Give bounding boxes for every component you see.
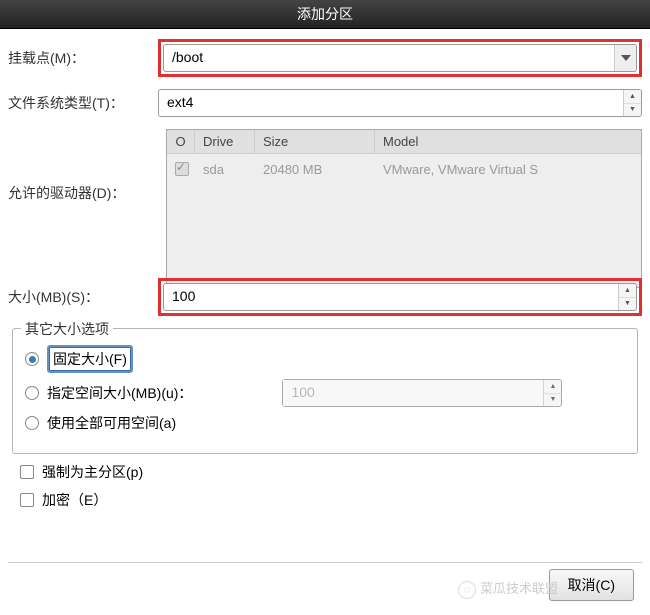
fs-type-stepper[interactable]: ▲ ▼ bbox=[623, 90, 641, 116]
checkbox-icon bbox=[20, 493, 34, 507]
encrypt-label: 加密（E） bbox=[42, 490, 107, 510]
mount-point-value: /boot bbox=[164, 45, 614, 71]
size-options-fieldset: 其它大小选项 固定大小(F) 指定空间大小(MB)(u)： 100 ▲ ▼ 使用… bbox=[12, 328, 638, 454]
cancel-button[interactable]: 取消(C) bbox=[549, 569, 634, 601]
radio-fixed-label: 固定大小(F) bbox=[47, 345, 133, 373]
size-input[interactable]: 100 ▲ ▼ bbox=[163, 283, 637, 311]
allowed-drives-label: 允许的驱动器(D)： bbox=[8, 183, 158, 203]
drives-header: O Drive Size Model bbox=[167, 130, 641, 154]
drive-model: VMware, VMware Virtual S bbox=[375, 160, 641, 181]
size-stepper[interactable]: ▲ ▼ bbox=[618, 284, 636, 310]
drive-checkbox[interactable] bbox=[175, 162, 189, 176]
radio-fill-all[interactable]: 使用全部可用空间(a) bbox=[25, 413, 625, 433]
arrow-up-icon[interactable]: ▲ bbox=[624, 90, 641, 104]
radio-fill-to[interactable]: 指定空间大小(MB)(u)： 100 ▲ ▼ bbox=[25, 379, 625, 407]
checkbox-icon bbox=[20, 465, 34, 479]
checkbox-force-primary[interactable]: 强制为主分区(p) bbox=[20, 462, 630, 482]
arrow-up-icon: ▲ bbox=[544, 380, 561, 394]
fs-type-label: 文件系统类型(T)： bbox=[8, 93, 158, 113]
force-primary-label: 强制为主分区(p) bbox=[42, 462, 143, 482]
window-title: 添加分区 bbox=[297, 6, 353, 22]
drives-col-size[interactable]: Size bbox=[255, 130, 375, 153]
button-bar: 取消(C) bbox=[8, 562, 642, 607]
fill-to-stepper: ▲ ▼ bbox=[543, 380, 561, 406]
mount-point-label: 挂载点(M)： bbox=[8, 48, 158, 68]
drives-col-model[interactable]: Model bbox=[375, 130, 641, 153]
radio-icon bbox=[25, 352, 39, 366]
arrow-down-icon[interactable]: ▼ bbox=[624, 104, 641, 117]
radio-icon bbox=[25, 416, 39, 430]
fill-to-value: 100 bbox=[283, 380, 543, 406]
chevron-down-icon[interactable] bbox=[614, 45, 636, 71]
size-label: 大小(MB)(S)： bbox=[8, 287, 158, 307]
size-value: 100 bbox=[164, 284, 618, 310]
mount-point-highlight: /boot bbox=[158, 39, 642, 77]
size-highlight: 100 ▲ ▼ bbox=[158, 278, 642, 316]
arrow-down-icon[interactable]: ▼ bbox=[619, 298, 636, 311]
radio-icon bbox=[25, 386, 39, 400]
drives-col-drive[interactable]: Drive bbox=[195, 130, 255, 153]
arrow-up-icon[interactable]: ▲ bbox=[619, 284, 636, 298]
drive-name: sda bbox=[195, 160, 255, 181]
checkbox-encrypt[interactable]: 加密（E） bbox=[20, 490, 630, 510]
radio-fixed-size[interactable]: 固定大小(F) bbox=[25, 345, 625, 373]
size-options-legend: 其它大小选项 bbox=[21, 319, 113, 339]
radio-fill-to-label: 指定空间大小(MB)(u)： bbox=[47, 383, 192, 403]
fs-type-dropdown[interactable]: ext4 ▲ ▼ bbox=[158, 89, 642, 117]
drive-size: 20480 MB bbox=[255, 160, 375, 181]
fs-type-value: ext4 bbox=[159, 90, 623, 116]
radio-fill-all-label: 使用全部可用空间(a) bbox=[47, 413, 176, 433]
mount-point-dropdown[interactable]: /boot bbox=[163, 44, 637, 72]
drives-col-check[interactable]: O bbox=[167, 130, 195, 153]
fill-to-input: 100 ▲ ▼ bbox=[282, 379, 562, 407]
arrow-down-icon: ▼ bbox=[544, 394, 561, 407]
